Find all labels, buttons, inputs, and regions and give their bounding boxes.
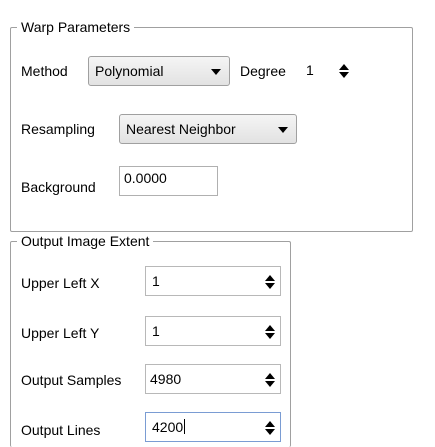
output-lines-label: Output Lines	[21, 422, 101, 438]
upper-left-x-label: Upper Left X	[21, 275, 100, 291]
resampling-select[interactable]: Nearest Neighbor	[119, 114, 297, 144]
chevron-down-icon	[278, 127, 288, 133]
spin-arrows-icon[interactable]	[264, 421, 276, 435]
upper-left-y-value: 1	[152, 323, 160, 339]
method-select-value: Polynomial	[95, 63, 164, 79]
resampling-select-value: Nearest Neighbor	[126, 121, 236, 137]
degree-value: 1	[306, 62, 314, 78]
upper-left-y-spinner[interactable]: 1	[145, 316, 281, 346]
output-samples-value: 4980	[150, 371, 182, 387]
spin-arrows-icon[interactable]	[264, 275, 276, 289]
resampling-label: Resampling	[21, 121, 95, 137]
warp-parameters-title: Warp Parameters	[17, 19, 135, 35]
output-lines-spinner[interactable]: 4200	[145, 412, 281, 442]
spin-arrows-icon[interactable]	[264, 373, 276, 387]
background-label: Background	[21, 179, 96, 195]
output-lines-value: 4200	[152, 419, 186, 435]
text-caret	[184, 419, 186, 434]
output-samples-spinner[interactable]: 4980	[145, 364, 281, 394]
background-input[interactable]: 0.0000	[119, 166, 218, 196]
degree-label: Degree	[240, 63, 286, 79]
upper-left-x-value: 1	[152, 273, 160, 289]
spin-arrows-icon[interactable]	[264, 325, 276, 339]
output-image-extent-title: Output Image Extent	[17, 233, 154, 249]
chevron-down-icon	[211, 69, 221, 75]
output-samples-label: Output Samples	[21, 372, 122, 388]
upper-left-x-spinner[interactable]: 1	[145, 266, 281, 296]
degree-spinner[interactable]: 1	[300, 56, 356, 86]
method-label: Method	[21, 63, 68, 79]
spin-arrows-icon[interactable]	[338, 64, 350, 78]
upper-left-y-label: Upper Left Y	[21, 325, 100, 341]
method-select[interactable]: Polynomial	[88, 56, 230, 86]
